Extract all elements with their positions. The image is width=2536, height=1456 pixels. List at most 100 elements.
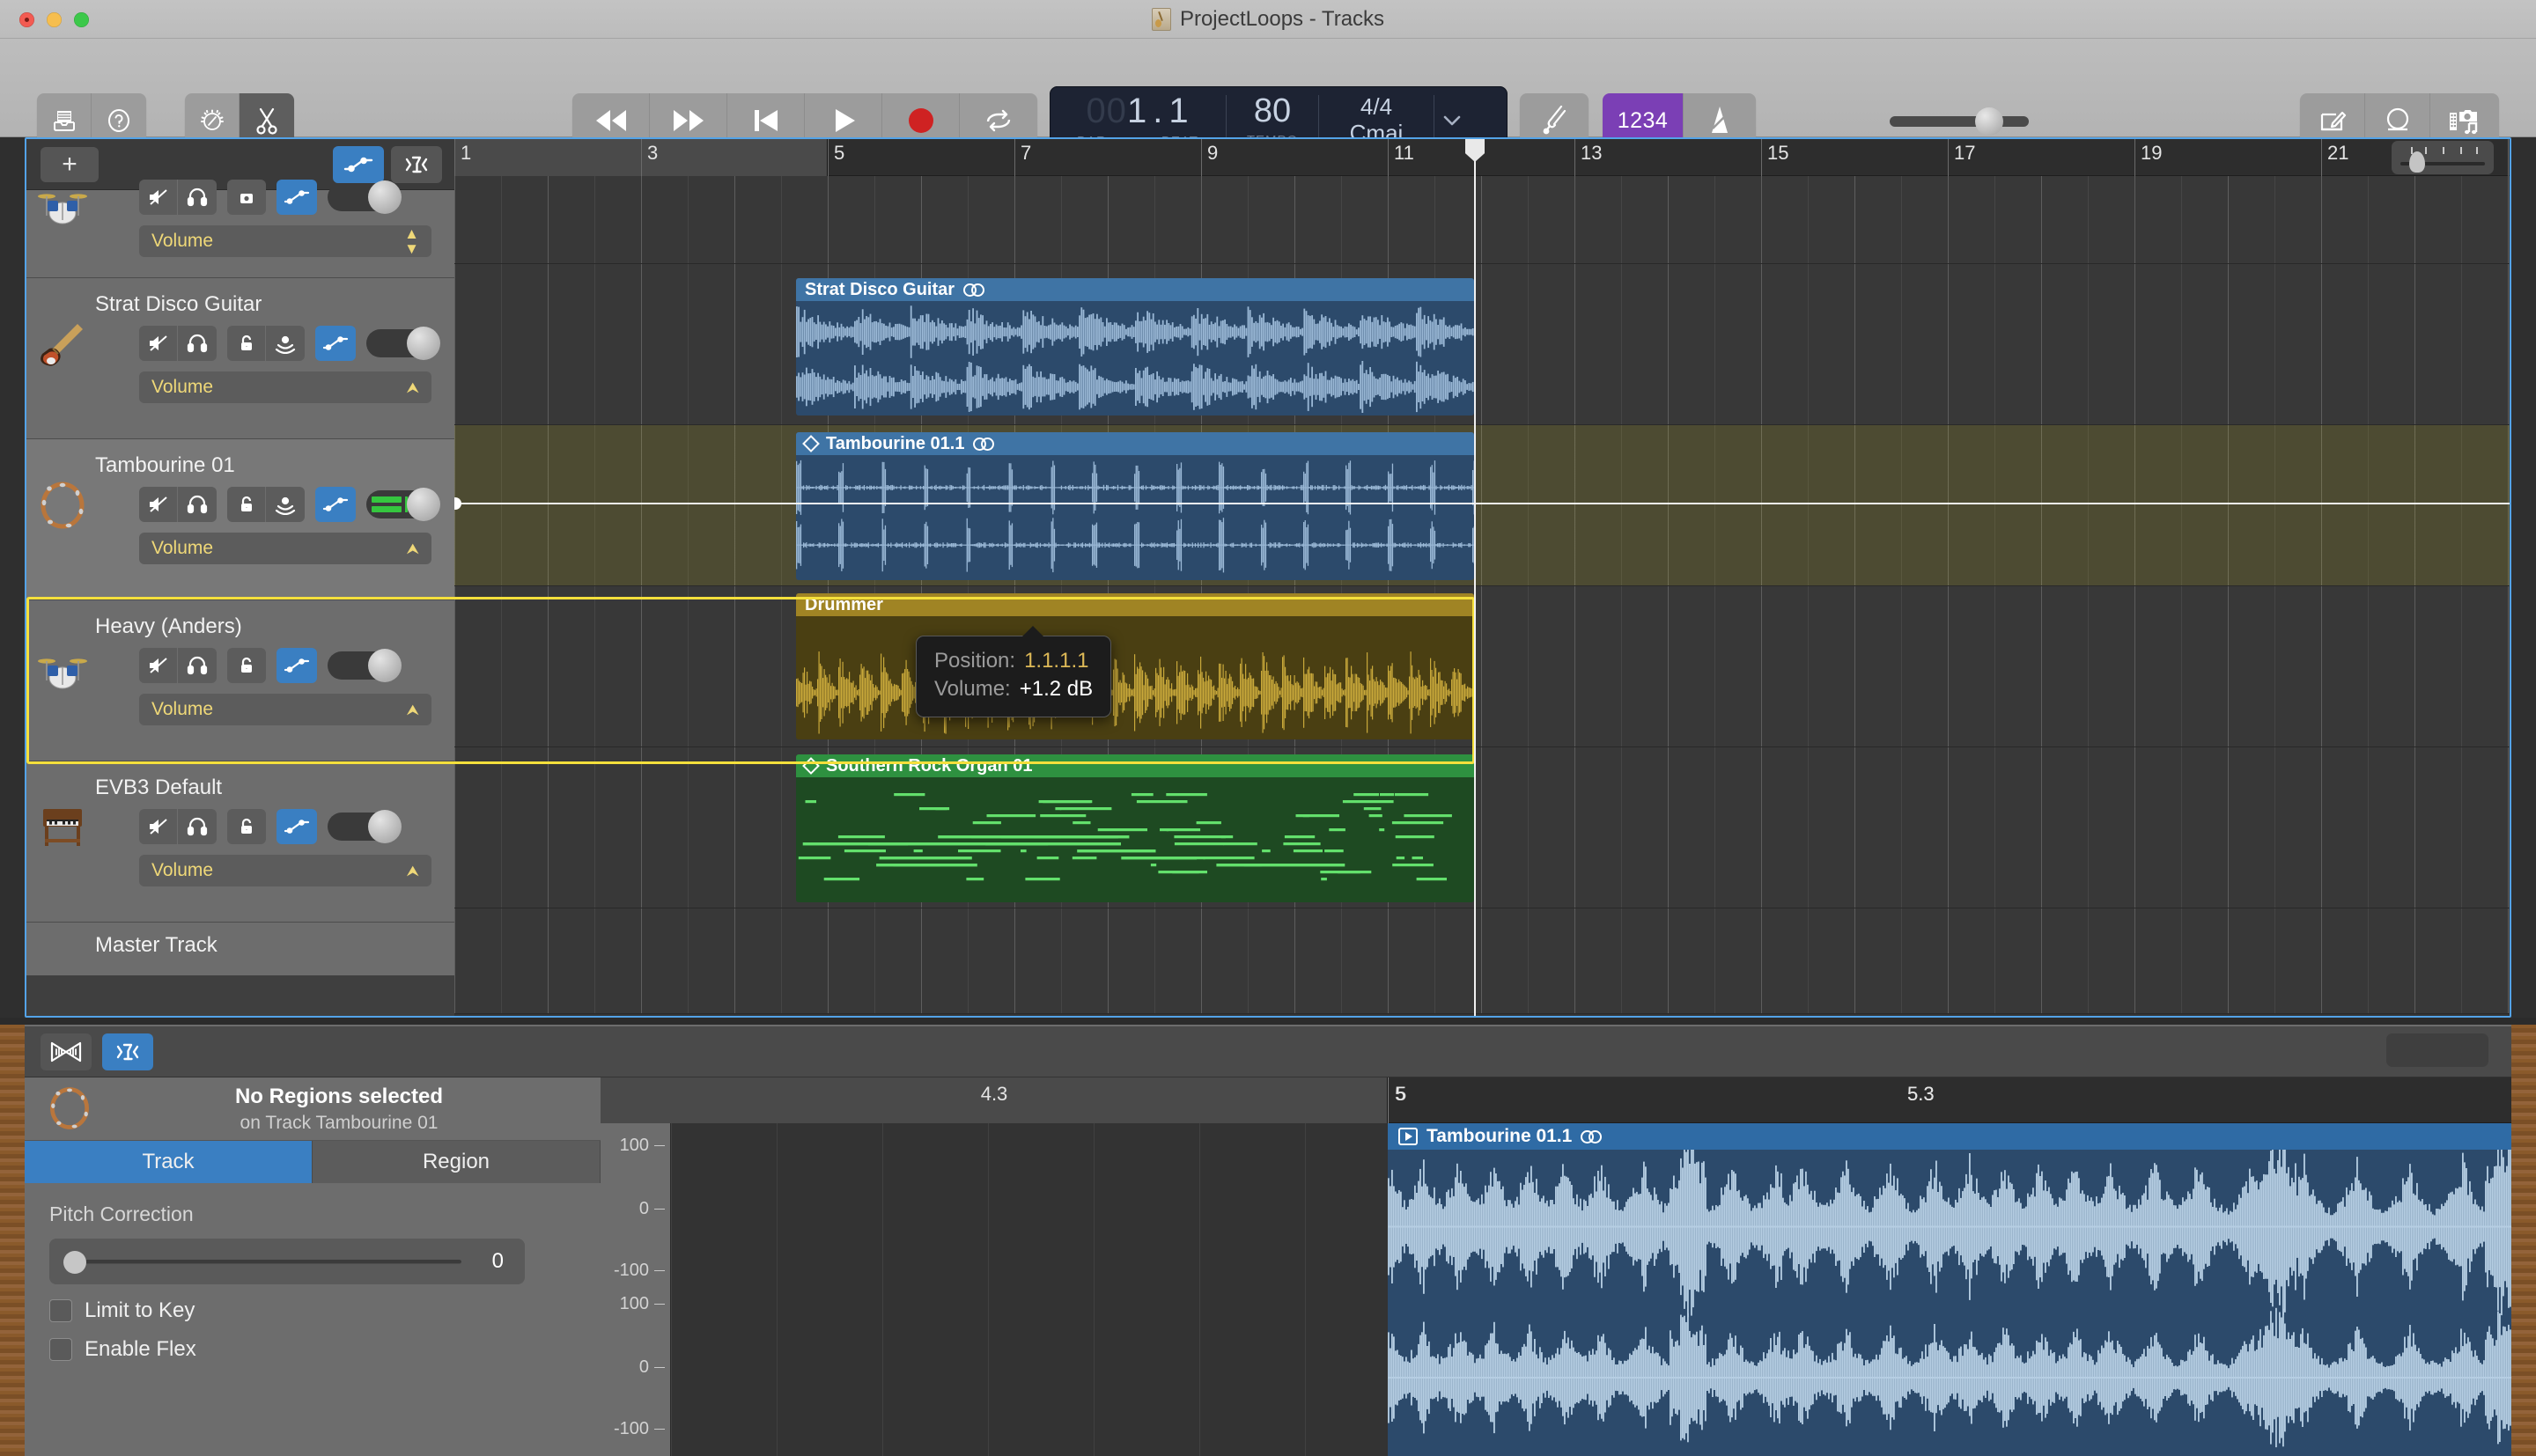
track-volume-slider[interactable] bbox=[366, 488, 440, 521]
flex-pitch-button[interactable] bbox=[41, 1033, 92, 1070]
enable-flex-row[interactable]: Enable Flex bbox=[49, 1337, 576, 1362]
automation-parameter-menu[interactable]: Volume ⮝ bbox=[139, 694, 431, 725]
pitch-correction-slider[interactable]: 0 bbox=[49, 1239, 525, 1284]
minimize-button[interactable] bbox=[47, 12, 62, 27]
track-header-evb3-default[interactable]: EVB3 Default Volume ⮝ bbox=[26, 761, 454, 923]
automation-toggle[interactable] bbox=[333, 145, 384, 183]
track-automation-button[interactable] bbox=[276, 648, 317, 683]
region-strat-disco-guitar[interactable]: Strat Disco Guitar bbox=[796, 278, 1474, 415]
automation-parameter-menu[interactable]: Volume ⮝ bbox=[139, 371, 431, 403]
lock-icon[interactable] bbox=[227, 648, 266, 683]
mute-button[interactable] bbox=[139, 180, 178, 215]
ruler-bar-mark[interactable]: 9 bbox=[1201, 139, 1218, 176]
master-volume-knob[interactable] bbox=[1975, 107, 2003, 136]
chevron-updown-icon: ⮝ bbox=[406, 379, 419, 396]
track-volume-slider[interactable] bbox=[328, 810, 402, 843]
enable-flex-checkbox[interactable] bbox=[49, 1338, 72, 1361]
editor-waveform-canvas[interactable]: 4.3 5 5.3 4.3 5 5.3 100 0 -100 100 0 -10… bbox=[601, 1077, 2511, 1456]
freeze-icon[interactable] bbox=[266, 326, 305, 361]
track-volume-slider[interactable] bbox=[328, 180, 402, 214]
editor-region-tambourine[interactable]: Tambourine 01.1 bbox=[1388, 1123, 2511, 1456]
pitch-correction-knob[interactable] bbox=[63, 1251, 86, 1274]
ruler-bar-mark[interactable]: 11 bbox=[1388, 139, 1414, 176]
close-button[interactable] bbox=[19, 12, 34, 27]
region-waveform bbox=[796, 455, 1474, 580]
automation-parameter-menu[interactable]: Volume ▲ ▼ bbox=[139, 225, 431, 257]
lane-empty[interactable] bbox=[454, 908, 2510, 1014]
ruler-bar-mark[interactable]: 3 bbox=[641, 139, 658, 176]
track-volume-knob[interactable] bbox=[407, 327, 440, 360]
mute-button[interactable] bbox=[139, 648, 178, 683]
scale-label: -100 bbox=[613, 1419, 666, 1438]
master-volume-slider[interactable] bbox=[1890, 107, 2029, 136]
region-tambourine-01-1[interactable]: Tambourine 01.1 bbox=[796, 432, 1474, 580]
track-volume-slider[interactable] bbox=[328, 649, 402, 682]
track-volume-knob[interactable] bbox=[407, 488, 440, 521]
ruler-bar-mark[interactable]: 5 bbox=[828, 139, 844, 176]
ruler-bar-mark[interactable]: 7 bbox=[1014, 139, 1031, 176]
lane-drummer-partial[interactable] bbox=[454, 176, 2510, 264]
lock-icon[interactable] bbox=[227, 809, 266, 844]
window-title-bar: ProjectLoops - Tracks bbox=[0, 0, 2536, 39]
editor-wave-area[interactable]: Tambourine 01.1 bbox=[671, 1123, 2511, 1456]
track-header-drummer-partial[interactable]: Volume ▲ ▼ bbox=[26, 180, 454, 278]
mute-button[interactable] bbox=[139, 487, 178, 522]
zoom-button[interactable] bbox=[74, 12, 89, 27]
ruler-bar-mark[interactable]: 13 bbox=[1574, 139, 1602, 176]
solo-button[interactable] bbox=[178, 809, 217, 844]
traffic-lights[interactable] bbox=[19, 12, 89, 27]
track-header-tambourine-01[interactable]: Tambourine 01 Volume ⮝ bbox=[26, 439, 454, 600]
tab-track[interactable]: Track bbox=[25, 1141, 313, 1183]
mute-button[interactable] bbox=[139, 326, 178, 361]
track-automation-button[interactable] bbox=[276, 809, 317, 844]
timeline-canvas[interactable]: 13579111315171921232 Strat Disco Guitar bbox=[454, 139, 2510, 1016]
limit-to-key-row[interactable]: Limit to Key bbox=[49, 1298, 576, 1323]
lane-evb3-default[interactable]: Southern Rock Organ 01 bbox=[454, 747, 2510, 908]
track-automation-button[interactable] bbox=[315, 326, 356, 361]
ruler-bar-mark[interactable]: 23 bbox=[2508, 139, 2509, 176]
track-automation-button[interactable] bbox=[315, 487, 356, 522]
region-drummer[interactable]: Drummer bbox=[796, 593, 1474, 739]
solo-button[interactable] bbox=[178, 180, 217, 215]
mute-button[interactable] bbox=[139, 809, 178, 844]
track-volume-knob[interactable] bbox=[368, 180, 402, 214]
play-square-icon[interactable] bbox=[1398, 1128, 1418, 1145]
lock-icon[interactable] bbox=[227, 487, 266, 522]
playhead[interactable] bbox=[1465, 139, 1485, 1016]
editor-zoom-slider[interactable] bbox=[2386, 1033, 2488, 1067]
lane-strat-disco-guitar[interactable]: Strat Disco Guitar bbox=[454, 264, 2510, 425]
solo-button[interactable] bbox=[178, 326, 217, 361]
ruler-bar-mark[interactable]: 19 bbox=[2134, 139, 2162, 176]
ruler-bar-mark[interactable]: 1 bbox=[454, 139, 471, 176]
track-header-heavy-anders[interactable]: Heavy (Anders) Volume ⮝ bbox=[26, 600, 454, 761]
track-header-strat-disco-guitar[interactable]: Strat Disco Guitar Volume ⮝ bbox=[26, 278, 454, 439]
ruler-bar-mark[interactable]: 21 bbox=[2321, 139, 2348, 176]
automation-line[interactable] bbox=[454, 503, 2510, 504]
timeline-zoom-slider[interactable] bbox=[2392, 141, 2494, 174]
solo-button[interactable] bbox=[178, 648, 217, 683]
freeze-icon[interactable] bbox=[266, 487, 305, 522]
track-automation-button[interactable] bbox=[276, 180, 317, 215]
track-volume-knob[interactable] bbox=[368, 649, 402, 682]
lock-icon[interactable] bbox=[227, 326, 266, 361]
track-lanes[interactable]: Strat Disco Guitar Tambourine 01.1 Drumm… bbox=[454, 176, 2510, 1016]
region-southern-rock-organ-01[interactable]: Southern Rock Organ 01 bbox=[796, 754, 1474, 902]
timeline-zoom-handle[interactable] bbox=[2409, 151, 2425, 173]
solo-button[interactable] bbox=[178, 487, 217, 522]
limit-to-key-checkbox[interactable] bbox=[49, 1299, 72, 1322]
automation-parameter-menu[interactable]: Volume ⮝ bbox=[139, 533, 431, 564]
ruler-bar-mark[interactable]: 17 bbox=[1948, 139, 1975, 176]
track-header-master-track[interactable]: Master Track bbox=[26, 923, 454, 975]
flex-time-button[interactable] bbox=[102, 1033, 153, 1070]
record-enable-button[interactable] bbox=[227, 180, 266, 215]
flex-toggle[interactable] bbox=[391, 145, 442, 183]
editor-tabs[interactable]: Track Region bbox=[25, 1141, 601, 1183]
track-volume-knob[interactable] bbox=[368, 810, 402, 843]
lane-tambourine-01[interactable]: Tambourine 01.1 bbox=[454, 425, 2510, 586]
automation-parameter-menu[interactable]: Volume ⮝ bbox=[139, 855, 431, 886]
tab-region[interactable]: Region bbox=[313, 1141, 601, 1183]
ruler-bar-mark[interactable]: 15 bbox=[1761, 139, 1788, 176]
track-volume-slider[interactable] bbox=[366, 327, 440, 360]
lane-heavy-anders[interactable]: Drummer bbox=[454, 586, 2510, 747]
editor-ruler[interactable]: 4.3 5 5.3 4.3 5 5.3 bbox=[601, 1077, 2511, 1123]
